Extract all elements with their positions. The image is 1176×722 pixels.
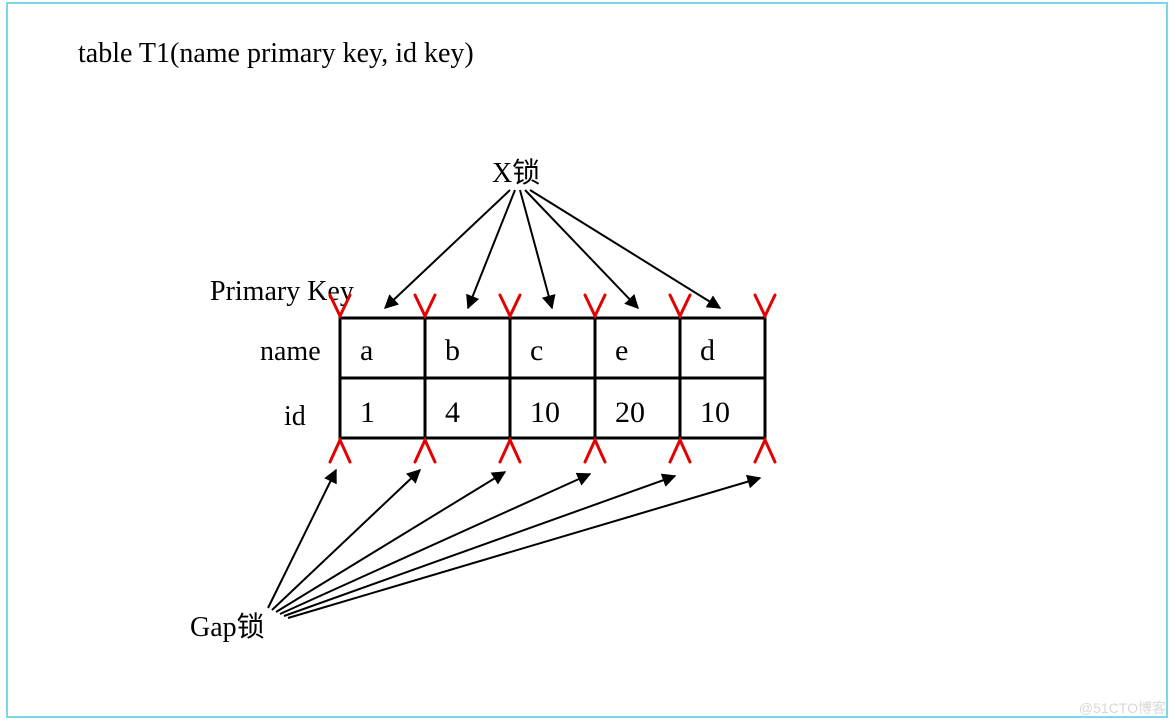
gap-lock-arrows [268, 470, 760, 618]
id-3: 20 [615, 396, 645, 429]
row-id-label: id [284, 401, 306, 432]
diagram-svg: table T1(name primary key, id key) X锁 Pr… [0, 0, 1176, 722]
name-3: e [615, 334, 628, 367]
gap-lock-label: Gap锁 [190, 611, 265, 643]
row-name-label: name [260, 336, 321, 367]
watermark: @51CTO博客 [1079, 698, 1166, 718]
name-0: a [360, 334, 373, 367]
id-4: 10 [700, 396, 730, 429]
x-lock-arrows [385, 190, 720, 308]
x-lock-label: X锁 [492, 157, 540, 189]
id-1: 4 [445, 396, 460, 429]
bottom-red-marks [330, 440, 775, 462]
name-4: d [700, 334, 715, 367]
id-0: 1 [360, 396, 375, 429]
name-1: b [445, 334, 460, 367]
name-2: c [530, 334, 543, 367]
title-text: table T1(name primary key, id key) [78, 38, 474, 69]
data-table: a b c e d 1 4 10 20 10 [340, 318, 765, 438]
id-2: 10 [530, 396, 560, 429]
